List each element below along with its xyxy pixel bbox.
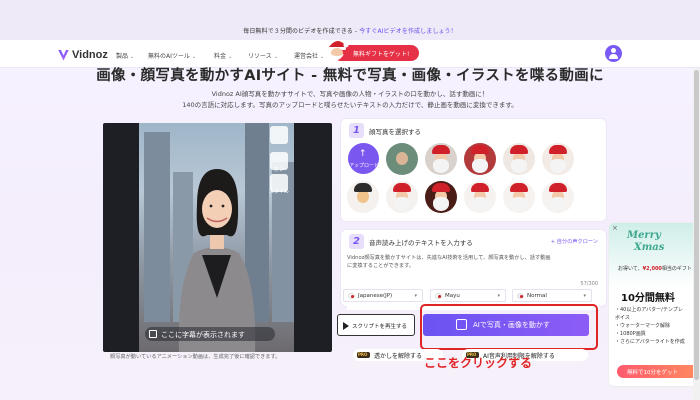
promo-bar: 毎日無料で３分間のビデオを作成できる - 今すぐAIビデオを作成しましょう！ [0, 0, 700, 40]
avatar-option-santa-5[interactable] [386, 181, 418, 213]
user-avatar-icon[interactable] [605, 45, 622, 62]
avatar-option-man[interactable] [386, 143, 418, 175]
upload-label: アップロード [349, 163, 380, 169]
xmas-subtitle: お得いて、¥2,000相当のギフト [618, 266, 692, 272]
nav-item-resources[interactable]: リソース ⌄ [248, 51, 278, 60]
chevron-down-icon: ⌄ [273, 54, 278, 60]
subtitle-line-2: 140の言語に対応します。写真のアップロードと喋らせたいテキストの入力だけで、静… [182, 101, 518, 109]
nav-item-free-ai-tools[interactable]: 無料のAIツール ⌄ [148, 51, 196, 60]
step2-title: 音声読み上げのテキストを入力する [369, 239, 473, 247]
vidnoz-logo-icon [58, 49, 69, 61]
click-here-annotation: ここをクリックする [424, 356, 533, 370]
xmas-cta-button[interactable]: 無料で10分をゲット [617, 365, 699, 378]
japan-flag-icon [435, 293, 442, 299]
character-counter: 57/300 [580, 281, 598, 287]
avatar-option-santa-8[interactable] [503, 181, 535, 213]
step1-panel: 1 顔写真を選択する ↑ アップロード [340, 118, 607, 222]
xmas-title: Merry Xmas [627, 230, 665, 253]
avatar-option-santa-4[interactable] [542, 143, 574, 175]
scrollbar-thumb[interactable] [694, 70, 699, 380]
voice-clone-link[interactable]: + 自分の声クローン [551, 238, 598, 245]
japan-flag-icon [348, 293, 355, 299]
upload-arrow-icon: ↑ [359, 149, 367, 159]
highlight-outline [420, 304, 598, 350]
xmas-benefits: ・40以上のアバター/テンプレ ボイス ・ウォーターマーク解除 ・1080P画質… [615, 307, 685, 345]
free-gift-label: 無料ギフトをゲット! [353, 51, 410, 58]
close-icon[interactable]: × [612, 224, 618, 232]
subtitle-line-1: Vidnoz AI顔写真を動かすサイトで、写真や画像の人物・イラストの口を動かし… [211, 90, 489, 98]
chevron-down-icon: ⌄ [130, 54, 135, 60]
step1-number: 1 [349, 123, 364, 138]
play-icon [343, 322, 349, 330]
nav-item-products[interactable]: 製品 ⌄ [116, 51, 134, 60]
logo[interactable]: Vidnoz [58, 48, 108, 62]
chevron-down-icon: ▾ [414, 293, 417, 299]
language-value: Japanese(JP) [358, 293, 393, 299]
avatar-option-santa-1[interactable] [425, 143, 457, 175]
voice-select[interactable]: Mayu ▾ [430, 289, 506, 302]
caption-text: ここに字幕が表示されます [161, 331, 245, 339]
promo-message: 毎日無料で３分間のビデオを作成できる - [243, 28, 360, 35]
santa-icon [328, 40, 349, 60]
script-line-1: Vidnoz顔写真を動かすサイトは、先進なAI技術を活用して、顔写真を動かし、話… [347, 255, 551, 261]
xmas-promo-card: × Merry Xmas お得いて、¥2,000相当のギフト 10分間無料 ・4… [608, 222, 700, 387]
upload-photo-button[interactable]: ↑ アップロード [348, 143, 379, 174]
style-select[interactable]: Normal ▾ [512, 289, 592, 302]
emotion-icon [517, 293, 524, 299]
xmas-cta-label: 無料で10分をゲット [627, 370, 678, 376]
nav-item-pricing[interactable]: 料金 ⌄ [214, 51, 232, 60]
caption-icon [149, 330, 157, 338]
preview-disclaimer: 顔写真が動いているアニメーション動画は、生成完了後に確認できます。 [110, 354, 281, 360]
caption-preview: ここに字幕が表示されます [145, 327, 275, 341]
avatar-preview [103, 123, 332, 352]
language-select[interactable]: Japanese(JP) ▾ [343, 289, 423, 302]
avatar-option-santa-3[interactable] [503, 143, 535, 175]
remove-watermark-label: 透かしを解除する [374, 353, 423, 360]
chevron-down-icon: ⌄ [320, 54, 325, 60]
avatar-option-santa-9[interactable] [542, 181, 574, 213]
chevron-down-icon: ⌄ [191, 54, 197, 60]
promo-link[interactable]: 今すぐAIビデオを作成しましょう！ [359, 28, 457, 35]
avatar-option-santa-2[interactable] [464, 143, 496, 175]
step1-title: 顔写真を選択する [369, 128, 421, 136]
avatar-option-cartoon-boy[interactable] [347, 181, 379, 213]
script-line-2: に変換することができます。 [347, 263, 414, 269]
style-tool-label: スタイル [268, 189, 289, 195]
xmas-headline: 10分間無料 [621, 293, 675, 304]
logo-text: Vidnoz [72, 49, 108, 61]
style-value: Normal [527, 293, 547, 299]
avatar-option-santa-7[interactable] [464, 181, 496, 213]
page-title: 画像・顔写真を動かすAIサイト - 無料で写真・画像・イラストを喋る動画に [96, 68, 604, 84]
promo-text: 毎日無料で３分間のビデオを作成できる - 今すぐAIビデオを作成しましょう！ [0, 26, 700, 35]
play-script-button[interactable]: スクリプトを再生する [337, 314, 415, 336]
chevron-down-icon: ▾ [583, 293, 586, 299]
avatar-option-santa-6[interactable] [425, 181, 457, 213]
chevron-down-icon: ▾ [497, 293, 500, 299]
play-script-label: スクリプトを再生する [352, 324, 408, 330]
fingerprint-tool-icon[interactable] [270, 126, 288, 144]
caption-toggle-label: オン [273, 167, 284, 173]
pro-badge [357, 352, 370, 358]
nav-item-company[interactable]: 運営会社 ⌄ [294, 51, 324, 60]
step2-number: 2 [349, 234, 364, 249]
chevron-down-icon: ⌄ [228, 54, 233, 60]
voice-value: Mayu [445, 293, 460, 299]
